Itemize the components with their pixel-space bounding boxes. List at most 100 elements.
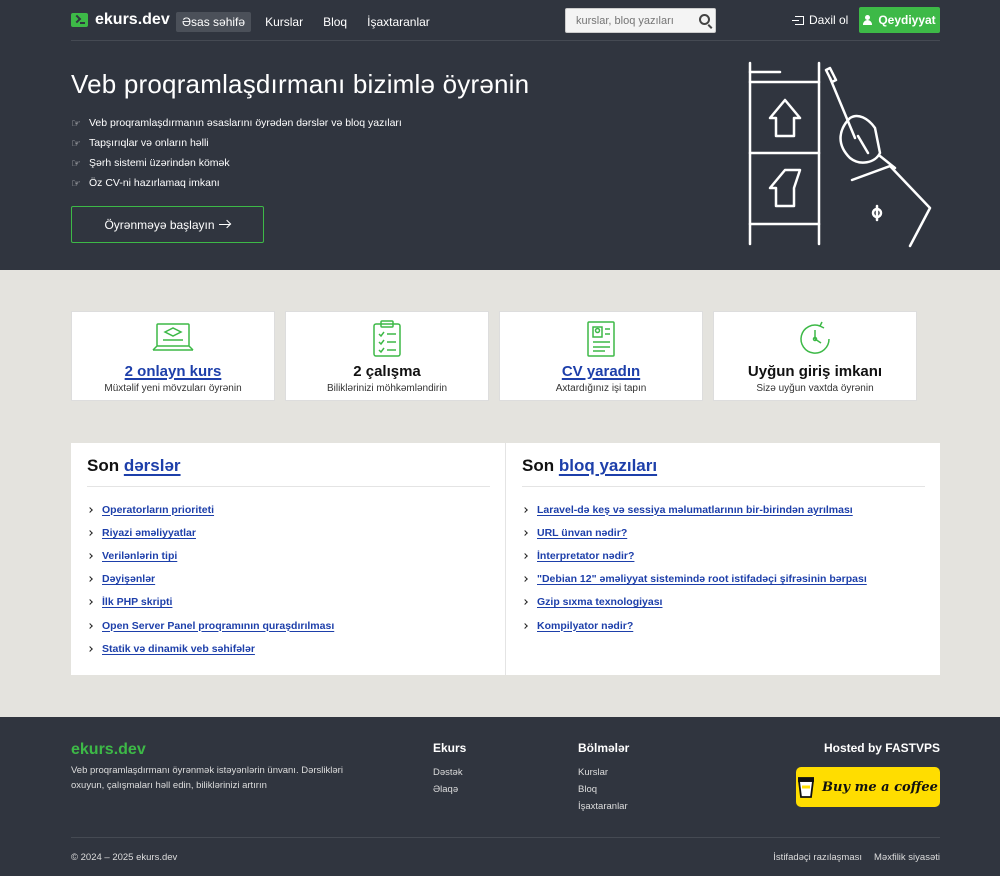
feature-title[interactable]: 2 onlayn kurs <box>72 363 274 380</box>
nav-item-jobseekers[interactable]: İşaxtaranlar <box>367 15 430 29</box>
list-item: Statik və dinamik veb səhifələr <box>87 637 490 660</box>
feature-card-courses[interactable]: 2 onlayn kurs Müxtəlif yeni mövzuları öy… <box>71 311 275 401</box>
register-label: Qeydiyyat <box>878 13 936 27</box>
list-item: Riyazi əməliyyatlar <box>87 521 490 544</box>
latest-blog-posts: Son bloq yazıları Laravel-də keş və sess… <box>505 443 940 675</box>
lesson-link[interactable]: İlk PHP skripti <box>102 596 172 608</box>
list-item: İlk PHP skripti <box>87 591 490 614</box>
login-label: Daxil ol <box>809 13 849 27</box>
chevron-right-icon <box>87 576 93 582</box>
logo-text: ekurs.dev <box>95 11 170 28</box>
site-logo[interactable]: ekurs.dev <box>71 11 170 29</box>
feature-title: Uyğun giriş imkanı <box>747 363 883 380</box>
hosted-by[interactable]: Hosted by FASTVPS <box>824 741 940 755</box>
list-item: Operatorların prioriteti <box>87 498 490 521</box>
lesson-link[interactable]: Open Server Panel proqramının quraşdırıl… <box>102 620 334 632</box>
start-learning-button[interactable]: Öyrənməyə başlayın <box>71 206 264 243</box>
list-item: Kompilyator nədir? <box>522 614 925 637</box>
footer-col-sections: Bölmələr Kurslar Bloq İşaxtaranlar <box>578 741 629 815</box>
feature-subtitle: Müxtəlif yeni mövzuları öyrənin <box>104 383 242 394</box>
nav-item-courses[interactable]: Kurslar <box>265 15 303 29</box>
list-item: Gzip sıxma texnologiyası <box>522 591 925 614</box>
chevron-right-icon <box>522 529 528 536</box>
register-button[interactable]: Qeydiyyat <box>859 7 940 33</box>
feature-card-access: Uyğun giriş imkanı Sizə uyğun vaxtda öyr… <box>713 311 917 401</box>
search-box <box>565 8 716 33</box>
lesson-link[interactable]: Verilənlərin tipi <box>102 550 177 562</box>
latest-content-panel: Son dərslər Operatorların prioriteti Riy… <box>71 443 940 675</box>
legal-links: İstifadəçi razılaşması Məxfilik siyasəti <box>773 852 940 863</box>
footer: ekurs.dev Veb proqramlaşdırmanı öyrənmək… <box>0 717 1000 876</box>
lessons-heading-link[interactable]: dərslər <box>124 456 181 475</box>
blog-link[interactable]: Kompilyator nədir? <box>537 620 633 632</box>
feature-card-cv[interactable]: CV yaradın Axtardığınız işi tapın <box>499 311 703 401</box>
hero-point: ☞ Öz CV-ni hazırlamaq imkanı <box>71 173 402 193</box>
copyright: © 2024 – 2025 ekurs.dev <box>71 852 178 863</box>
footer-divider <box>71 837 940 838</box>
hero-points: ☞ Veb proqramlaşdırmanın əsaslarını öyrəd… <box>71 113 402 193</box>
footer-link-jobseekers[interactable]: İşaxtaranlar <box>578 798 629 815</box>
buy-me-a-coffee-button[interactable]: Buy me a coffee <box>796 767 940 807</box>
hero-point-text: Öz CV-ni hazırlamaq imkanı <box>89 177 220 189</box>
hand-pointer-icon: ☞ <box>71 157 81 170</box>
terms-link[interactable]: İstifadəçi razılaşması <box>773 852 862 863</box>
start-learning-label: Öyrənməyə başlayın <box>104 217 215 232</box>
footer-link-support[interactable]: Dəstək <box>433 764 466 781</box>
feature-card-exercises: 2 çalışma Biliklərinizi möhkəmləndirin <box>285 311 489 401</box>
hero-section: ekurs.dev Əsas səhifə Kurslar Bloq İşaxt… <box>0 0 1000 270</box>
lesson-link[interactable]: Dəyişənlər <box>102 573 155 585</box>
blog-list: Laravel-də keş və sessiya məlumatlarının… <box>522 498 925 637</box>
blog-link[interactable]: "Debian 12" əməliyyat sistemində root is… <box>537 573 867 585</box>
hero-point-text: Şərh sistemi üzərindən kömək <box>89 157 230 169</box>
feature-title[interactable]: CV yaradın <box>500 363 702 380</box>
footer-col-title: Ekurs <box>433 741 467 755</box>
hand-pointer-icon: ☞ <box>71 177 81 190</box>
lesson-link[interactable]: Riyazi əməliyyatlar <box>102 527 196 539</box>
lesson-link[interactable]: Operatorların prioriteti <box>102 504 214 516</box>
blog-link[interactable]: URL ünvan nədir? <box>537 527 627 539</box>
hero-point: ☞ Tapşırıqlar və onların həlli <box>71 133 402 153</box>
blog-link[interactable]: Gzip sıxma texnologiyası <box>537 596 662 608</box>
chevron-right-icon <box>522 576 528 582</box>
feature-title: 2 çalışma <box>353 363 421 380</box>
heading-prefix: Son <box>522 456 555 475</box>
chevron-right-icon <box>87 599 93 606</box>
hero-point-text: Tapşırıqlar və onların həlli <box>89 137 209 149</box>
list-item: "Debian 12" əməliyyat sistemində root is… <box>522 568 925 591</box>
chevron-right-icon <box>87 622 93 629</box>
chevron-right-icon <box>522 622 528 629</box>
list-item: Dəyişənlər <box>87 568 490 591</box>
footer-link-contact[interactable]: Əlaqə <box>433 781 466 798</box>
search-input[interactable] <box>566 9 691 32</box>
chevron-right-icon <box>87 553 93 559</box>
feature-subtitle: Axtardığınız işi tapın <box>555 383 647 394</box>
blog-heading-link[interactable]: bloq yazıları <box>559 456 657 475</box>
chevron-right-icon <box>522 599 528 606</box>
resume-icon <box>587 321 615 357</box>
latest-lessons: Son dərslər Operatorların prioriteti Riy… <box>71 443 505 675</box>
lessons-list: Operatorların prioriteti Riyazi əməliyya… <box>87 498 490 660</box>
footer-link-courses[interactable]: Kurslar <box>578 764 629 781</box>
main-nav: Əsas səhifə Kurslar Bloq İşaxtaranlar <box>176 12 450 32</box>
footer-col-title: Bölmələr <box>578 741 630 755</box>
chevron-right-icon <box>87 645 93 652</box>
hero-point: ☞ Şərh sistemi üzərindən kömək <box>71 153 402 173</box>
blog-heading: Son bloq yazıları <box>522 456 925 487</box>
nav-item-blog[interactable]: Bloq <box>323 15 347 29</box>
privacy-link[interactable]: Məxfilik siyasəti <box>874 852 940 863</box>
footer-link-blog[interactable]: Bloq <box>578 781 629 798</box>
arrow-right-icon <box>218 221 231 229</box>
hero-point-text: Veb proqramlaşdırmanın əsaslarını öyrədə… <box>89 117 402 129</box>
terminal-icon <box>71 13 88 27</box>
blog-link[interactable]: İnterpretator nədir? <box>537 550 634 562</box>
lesson-link[interactable]: Statik və dinamik veb səhifələr <box>102 643 255 655</box>
search-icon[interactable] <box>699 14 710 25</box>
coffee-label: Buy me a coffee <box>822 779 938 795</box>
footer-logo[interactable]: ekurs.dev <box>71 741 146 759</box>
footer-col-ekurs: Ekurs Dəstək Əlaqə <box>433 741 466 798</box>
login-link[interactable]: Daxil ol <box>792 13 849 27</box>
hand-pointer-icon: ☞ <box>71 137 81 150</box>
blog-link[interactable]: Laravel-də keş və sessiya məlumatlarının… <box>537 504 853 516</box>
nav-item-home[interactable]: Əsas səhifə <box>176 12 252 32</box>
features-row: 2 onlayn kurs Müxtəlif yeni mövzuları öy… <box>71 311 917 401</box>
